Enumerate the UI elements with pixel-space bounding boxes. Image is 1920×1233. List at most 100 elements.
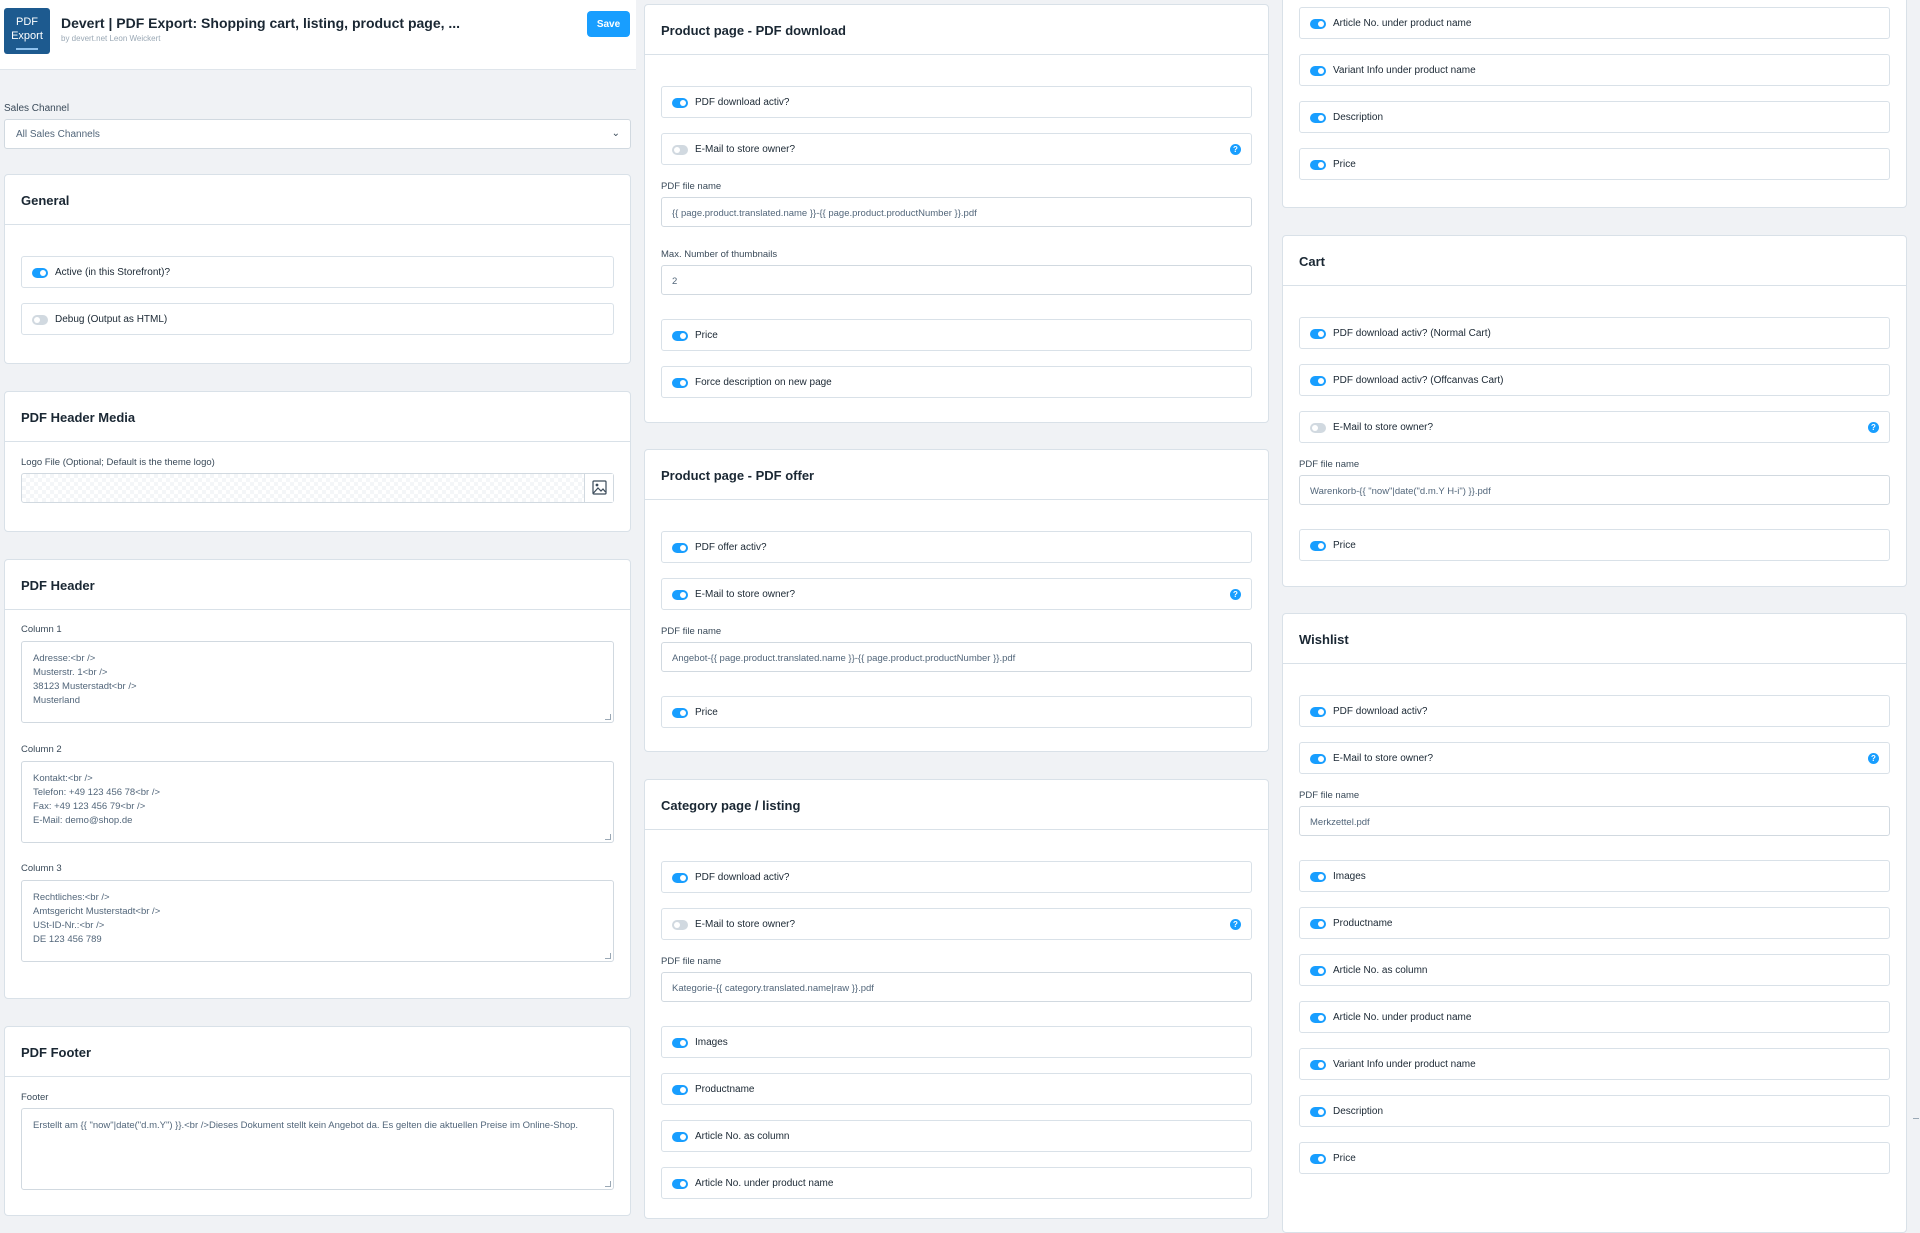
toggle-wishlist-description[interactable]: Description xyxy=(1299,1095,1890,1127)
toggle-label: Price xyxy=(1333,540,1356,551)
toggle-switch[interactable] xyxy=(1310,376,1326,386)
toggle-switch[interactable] xyxy=(1310,872,1326,882)
resize-grip[interactable] xyxy=(605,953,611,959)
toggle-offer-price[interactable]: Price xyxy=(661,696,1252,728)
textarea-line: E-Mail: demo@shop.de xyxy=(33,815,133,826)
toggle-switch[interactable] xyxy=(1310,66,1326,76)
save-button[interactable]: Save xyxy=(587,11,630,37)
resize-grip[interactable] xyxy=(605,1181,611,1187)
sales-channel-select[interactable]: All Sales Channels ⌄ xyxy=(4,119,631,149)
listing-continued-card: Article No. under product name Variant I… xyxy=(1282,0,1907,208)
toggle-switch[interactable] xyxy=(1310,423,1326,433)
image-upload-button[interactable] xyxy=(584,474,613,502)
toggle-switch[interactable] xyxy=(672,1179,688,1189)
logo-line-2: Export xyxy=(11,30,43,42)
toggle-switch[interactable] xyxy=(32,268,48,278)
toggle-category-email[interactable]: E-Mail to store owner? ? xyxy=(661,908,1252,940)
toggle-wishlist-article-column[interactable]: Article No. as column xyxy=(1299,954,1890,986)
toggle-label: Variant Info under product name xyxy=(1333,1059,1476,1070)
toggle-switch[interactable] xyxy=(1310,1060,1326,1070)
toggle-product-email[interactable]: E-Mail to store owner? ? xyxy=(661,133,1252,165)
toggle-category-article-under[interactable]: Article No. under product name xyxy=(661,1167,1252,1199)
toggle-listing-article-under[interactable]: Article No. under product name xyxy=(1299,7,1890,39)
sales-channel-value: All Sales Channels xyxy=(16,129,100,140)
toggle-switch[interactable] xyxy=(672,378,688,388)
toggle-listing-price[interactable]: Price xyxy=(1299,148,1890,180)
plugin-logo: PDF Export xyxy=(4,8,50,54)
toggle-switch[interactable] xyxy=(672,708,688,718)
toggle-listing-description[interactable]: Description xyxy=(1299,101,1890,133)
toggle-switch[interactable] xyxy=(672,145,688,155)
toggle-switch[interactable] xyxy=(1310,541,1326,551)
toggle-wishlist-price[interactable]: Price xyxy=(1299,1142,1890,1174)
toggle-switch[interactable] xyxy=(32,315,48,325)
toggle-switch[interactable] xyxy=(672,1038,688,1048)
filename-input[interactable]: Warenkorb-{{ "now"|date("d.m.Y H-i") }}.… xyxy=(1299,475,1890,505)
logo-file-input[interactable] xyxy=(21,473,614,503)
toggle-force-description[interactable]: Force description on new page xyxy=(661,366,1252,398)
toggle-switch[interactable] xyxy=(1310,707,1326,717)
toggle-product-price[interactable]: Price xyxy=(661,319,1252,351)
resize-grip[interactable] xyxy=(605,714,611,720)
filename-input[interactable]: {{ page.product.translated.name }}-{{ pa… xyxy=(661,197,1252,227)
toggle-switch[interactable] xyxy=(1310,1154,1326,1164)
toggle-category-images[interactable]: Images xyxy=(661,1026,1252,1058)
help-icon[interactable]: ? xyxy=(1230,144,1241,155)
toggle-switch[interactable] xyxy=(1310,919,1326,929)
toggle-switch[interactable] xyxy=(672,1132,688,1142)
toggle-label: Description xyxy=(1333,1106,1384,1117)
toggle-wishlist-email[interactable]: E-Mail to store owner? ? xyxy=(1299,742,1890,774)
toggle-switch[interactable] xyxy=(1310,754,1326,764)
toggle-switch[interactable] xyxy=(1310,966,1326,976)
help-icon[interactable]: ? xyxy=(1868,422,1879,433)
toggle-switch[interactable] xyxy=(1310,1107,1326,1117)
toggle-offer-activ[interactable]: PDF offer activ? xyxy=(661,531,1252,563)
toggle-switch[interactable] xyxy=(1310,160,1326,170)
toggle-label: PDF offer activ? xyxy=(695,542,767,553)
toggle-category-article-column[interactable]: Article No. as column xyxy=(661,1120,1252,1152)
toggle-wishlist-activ[interactable]: PDF download activ? xyxy=(1299,695,1890,727)
toggle-cart-normal[interactable]: PDF download activ? (Normal Cart) xyxy=(1299,317,1890,349)
scrollbar-marker[interactable] xyxy=(1913,1118,1919,1119)
toggle-active[interactable]: Active (in this Storefront)? xyxy=(21,256,614,288)
toggle-wishlist-variant[interactable]: Variant Info under product name xyxy=(1299,1048,1890,1080)
toggle-product-download[interactable]: PDF download activ? xyxy=(661,86,1252,118)
page-subtitle: by devert.net Leon Weickert xyxy=(61,34,161,43)
toggle-wishlist-article-under[interactable]: Article No. under product name xyxy=(1299,1001,1890,1033)
toggle-debug[interactable]: Debug (Output as HTML) xyxy=(21,303,614,335)
toggle-switch[interactable] xyxy=(1310,113,1326,123)
column1-textarea[interactable]: Adresse:<br /> Musterstr. 1<br /> 38123 … xyxy=(21,641,614,723)
toggle-cart-offcanvas[interactable]: PDF download activ? (Offcanvas Cart) xyxy=(1299,364,1890,396)
filename-input[interactable]: Merkzettel.pdf xyxy=(1299,806,1890,836)
toggle-cart-price[interactable]: Price xyxy=(1299,529,1890,561)
toggle-switch[interactable] xyxy=(672,873,688,883)
toggle-switch[interactable] xyxy=(672,543,688,553)
footer-textarea[interactable]: Erstellt am {{ "now"|date("d.m.Y") }}.<b… xyxy=(21,1108,614,1190)
toggle-switch[interactable] xyxy=(672,98,688,108)
filename-input[interactable]: Angebot-{{ page.product.translated.name … xyxy=(661,642,1252,672)
thumbnails-input[interactable]: 2 xyxy=(661,265,1252,295)
toggle-switch[interactable] xyxy=(672,920,688,930)
column3-textarea[interactable]: Rechtliches:<br /> Amtsgericht Mustersta… xyxy=(21,880,614,962)
filename-label: PDF file name xyxy=(1299,459,1360,470)
toggle-category-productname[interactable]: Productname xyxy=(661,1073,1252,1105)
filename-input[interactable]: Kategorie-{{ category.translated.name|ra… xyxy=(661,972,1252,1002)
help-icon[interactable]: ? xyxy=(1868,753,1879,764)
toggle-listing-variant[interactable]: Variant Info under product name xyxy=(1299,54,1890,86)
toggle-switch[interactable] xyxy=(1310,1013,1326,1023)
help-icon[interactable]: ? xyxy=(1230,589,1241,600)
toggle-switch[interactable] xyxy=(672,331,688,341)
toggle-cart-email[interactable]: E-Mail to store owner? ? xyxy=(1299,411,1890,443)
toggle-offer-email[interactable]: E-Mail to store owner? ? xyxy=(661,578,1252,610)
column2-textarea[interactable]: Kontakt:<br /> Telefon: +49 123 456 78<b… xyxy=(21,761,614,843)
resize-grip[interactable] xyxy=(605,834,611,840)
sales-channel-label: Sales Channel xyxy=(4,103,70,114)
toggle-wishlist-images[interactable]: Images xyxy=(1299,860,1890,892)
toggle-category-activ[interactable]: PDF download activ? xyxy=(661,861,1252,893)
toggle-switch[interactable] xyxy=(1310,329,1326,339)
toggle-switch[interactable] xyxy=(1310,19,1326,29)
help-icon[interactable]: ? xyxy=(1230,919,1241,930)
toggle-switch[interactable] xyxy=(672,1085,688,1095)
toggle-wishlist-productname[interactable]: Productname xyxy=(1299,907,1890,939)
toggle-switch[interactable] xyxy=(672,590,688,600)
